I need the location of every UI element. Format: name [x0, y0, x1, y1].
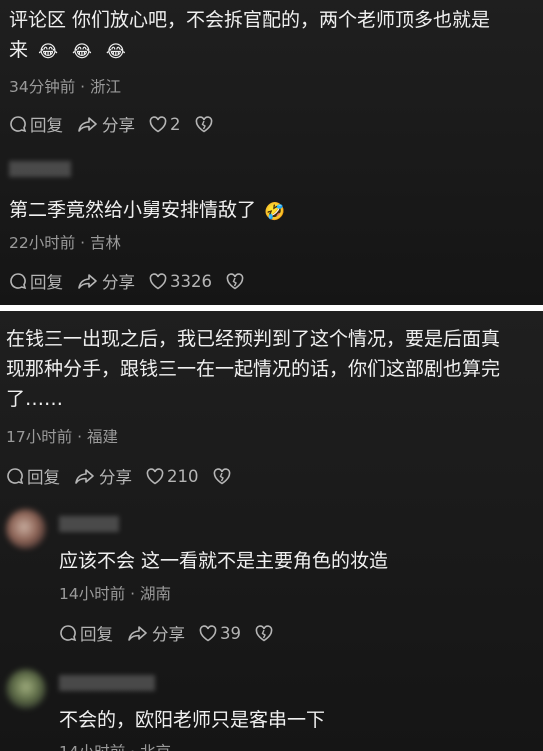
comment-text-line: 评论区 你们放心吧，不会拆官配的，两个老师顶多也就是: [9, 9, 491, 31]
share-label: 分享: [152, 625, 185, 644]
broken-heart-icon: [195, 115, 212, 132]
like-button[interactable]: 210: [146, 467, 199, 486]
comment-actions: 回复 分享 2: [9, 113, 230, 135]
comment-meta: 34分钟前 · 浙江: [9, 78, 122, 96]
broken-heart-icon: [213, 467, 230, 484]
comment-actions: 回复 分享 39: [59, 622, 290, 644]
reply-bubble-icon: [7, 468, 24, 485]
reply-bubble-icon: [60, 625, 77, 642]
heart-icon: [146, 467, 164, 484]
like-button[interactable]: 3326: [149, 272, 212, 291]
comment-text-fragment: 来: [9, 39, 29, 61]
share-button[interactable]: 分享: [77, 269, 135, 293]
laugh-cry-emoji-icon: 😂: [38, 42, 58, 62]
reply-label: 回复: [27, 468, 60, 487]
comment-text-line: 在钱三一出现之后，我已经预判到了这个情况，要是后面真: [6, 328, 501, 350]
like-button[interactable]: 2: [149, 115, 181, 134]
share-button[interactable]: 分享: [77, 112, 135, 136]
comment-meta: 17小时前 · 福建: [6, 428, 119, 446]
share-button[interactable]: 分享: [127, 621, 185, 645]
comment-meta: 14小时前 · 北京: [59, 742, 171, 751]
share-label: 分享: [99, 468, 132, 487]
reply-bubble-icon: [10, 116, 27, 133]
blurred-username: [59, 675, 155, 691]
reply-button[interactable]: 回复: [59, 621, 113, 645]
broken-heart-icon: [255, 624, 273, 641]
broken-heart-icon: [226, 272, 244, 289]
like-count: 2: [170, 114, 181, 134]
comment-actions: 回复 分享 210: [6, 465, 248, 487]
comment-text-line: 第二季竟然给小舅安排情敌了 🤣: [9, 198, 285, 224]
share-label: 分享: [102, 116, 135, 135]
heart-icon: [149, 272, 167, 289]
dislike-button[interactable]: [195, 115, 216, 133]
reply-label: 回复: [30, 116, 63, 135]
like-count: 39: [220, 623, 241, 643]
comment-meta: 14小时前 · 湖南: [59, 585, 172, 603]
dislike-button[interactable]: [213, 467, 234, 485]
comment-actions: 回复 分享 3326: [9, 270, 261, 292]
comment-meta: 22小时前 · 吉林: [9, 234, 122, 252]
comment-panel-bottom: 在钱三一出现之后，我已经预判到了这个情况，要是后面真 现那种分手，跟钱三一在一起…: [0, 311, 543, 751]
blurred-username: [59, 516, 119, 532]
reply-button[interactable]: 回复: [9, 269, 63, 293]
comment-text-line: 应该不会 这一看就不是主要角色的妆造: [59, 550, 389, 572]
reply-label: 回复: [80, 625, 113, 644]
comment-text-fragment: 第二季竟然给小舅安排情敌了: [9, 199, 257, 221]
heart-icon: [149, 115, 167, 132]
comment-panel-top: 评论区 你们放心吧，不会拆官配的，两个老师顶多也就是 来 😂 😂 😂 34分钟前…: [0, 0, 543, 305]
reply-label: 回复: [30, 273, 63, 292]
avatar[interactable]: [6, 669, 46, 709]
share-arrow-icon: [128, 626, 147, 641]
reply-bubble-icon: [10, 273, 27, 290]
laugh-cry-emoji-icon: 😂: [105, 42, 126, 62]
share-arrow-icon: [78, 117, 97, 132]
comment-text-line: 不会的，欧阳老师只是客串一下: [59, 709, 326, 731]
reply-button[interactable]: 回复: [9, 112, 63, 136]
heart-icon: [199, 624, 217, 641]
comment-text-line: 现那种分手，跟钱三一在一起情况的话，你们这部剧也算完: [6, 358, 501, 380]
comment-text-line: 了……: [6, 388, 64, 410]
blurred-username: [9, 161, 71, 177]
share-button[interactable]: 分享: [74, 464, 132, 488]
laugh-cry-emoji-icon: 😂: [71, 42, 92, 62]
reply-button[interactable]: 回复: [6, 464, 60, 488]
dislike-button[interactable]: [226, 272, 247, 290]
like-count: 3326: [170, 271, 212, 291]
comment-text-line: 来 😂 😂 😂: [9, 38, 126, 64]
share-arrow-icon: [78, 274, 97, 289]
avatar[interactable]: [6, 509, 46, 549]
share-arrow-icon: [75, 469, 94, 484]
like-count: 210: [167, 466, 199, 486]
share-label: 分享: [102, 273, 135, 292]
like-button[interactable]: 39: [199, 624, 241, 643]
rofl-emoji-icon: 🤣: [264, 202, 286, 222]
dislike-button[interactable]: [255, 624, 276, 642]
